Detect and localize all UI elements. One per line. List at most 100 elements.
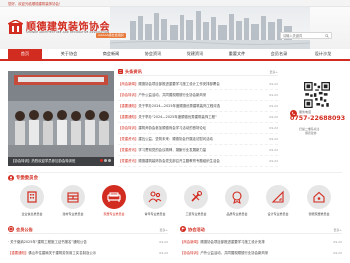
- committee-circle: [307, 185, 331, 209]
- activity-tag: 【协会特训】: [180, 251, 201, 255]
- news-text: 顺德建筑装饰协会党支部召开主题教育专题组织生活会: [138, 159, 220, 163]
- contact-panel: 服务电话 0757-22688093 扫描二维码关注 顺德建协: [286, 68, 345, 168]
- notices-header: 会员公告 更多+: [8, 226, 168, 234]
- committee-item[interactable]: 品质专业委员会: [217, 185, 257, 221]
- search-input[interactable]: [281, 33, 325, 39]
- committee-item[interactable]: 建材专业委员会: [53, 185, 93, 221]
- committee-circle: [225, 185, 249, 209]
- committee-label: 智能家居委员会: [308, 212, 330, 216]
- quality-badge-icon: [232, 191, 242, 204]
- committee-circle: [184, 185, 208, 209]
- activity-text: 户外公益活动，共同展现顺德行业协会新风采: [200, 251, 269, 255]
- activities-header: 协会活动 更多+: [180, 226, 342, 234]
- nav-item-design-salon[interactable]: 设计沙龙: [304, 49, 342, 59]
- committee-item[interactable]: 青年专业委员会: [135, 185, 175, 221]
- nav-item-association-news[interactable]: 协会资讯: [136, 49, 170, 59]
- committee-item[interactable]: 工装专业委员会: [176, 185, 216, 221]
- news-text: 顺德协会项目部推进重要学习施工设计工作安排部署会: [138, 82, 220, 86]
- city-skyline-banner: [110, 7, 310, 49]
- news-more-link[interactable]: 更多+: [269, 70, 278, 74]
- list-item[interactable]: 【协会特训】户外公益活动，共同展现顺德行业协会新风采 09-22: [118, 90, 278, 101]
- activities-more-link[interactable]: 更多+: [333, 228, 342, 232]
- nav-item-documents[interactable]: 重要文件: [220, 49, 254, 59]
- activity-date: 09-22: [333, 240, 342, 244]
- news-tag: 【商会新闻】: [118, 82, 139, 86]
- news-date: 09-22: [269, 159, 278, 163]
- news-tag: 【协会特训】: [118, 126, 139, 130]
- nav-item-chamber-news[interactable]: 商会新闻: [94, 49, 128, 59]
- carousel-dot[interactable]: [100, 159, 103, 162]
- section-divider: [8, 172, 342, 173]
- news-icon: [118, 69, 123, 74]
- list-item[interactable]: 【协会特训】户外公益活动，共同展现顺德行业协会新风采 09-22: [180, 248, 342, 259]
- qr-caption-name: 顺德建协: [305, 131, 317, 135]
- news-carousel[interactable]: 【协会特训】热烈欢迎学员参加协会特训班: [8, 71, 114, 166]
- committee-circle: [143, 185, 167, 209]
- committee-circle: [102, 185, 126, 209]
- association-activities: 协会活动 更多+ 【商会新闻】顺德协会项目部推进重要学习施工设计安排 09-22 …: [180, 226, 342, 263]
- nav-item-about[interactable]: 关于协会: [52, 49, 86, 59]
- tools-icon: [191, 190, 203, 202]
- news-text: 建筑师协会参加顺德商会学习活动的首场论坛: [138, 126, 207, 130]
- headline-news: 头条资讯 更多+ 【商会新闻】顺德协会项目部推进重要学习施工设计工作安排部署会 0…: [118, 68, 278, 168]
- news-title: 头条资讯: [125, 69, 142, 74]
- sofa-icon: [107, 192, 121, 202]
- list-item[interactable]: 【商会新闻】顺德协会项目部推进重要学习施工设计工作安排部署会 09-22: [118, 79, 278, 90]
- news-text: 学习贯彻党的会议精神，凝聚行业发展新力量: [138, 148, 207, 152]
- list-item[interactable]: 【协会特训】建筑师协会参加顺德商会学习活动的首场论坛 09-22: [118, 123, 278, 134]
- search-box: [280, 32, 332, 39]
- committee-item[interactable]: 设计专业委员会: [258, 185, 298, 221]
- list-item[interactable]: 【重要通知】关于举办2024—2025年度顺德优秀建筑装饰工程评选 09-22: [118, 101, 278, 112]
- carousel-dot[interactable]: [108, 159, 111, 162]
- list-item[interactable]: 【商会新闻】顺德协会项目部推进重要学习施工设计安排 09-22: [180, 237, 342, 248]
- news-text: 关于举办2024—2025年度顺德优秀建筑装饰工程评选: [138, 104, 221, 108]
- list-item[interactable]: 【重要通知】佛山市住建局关于建筑劳务用工实名制及公示 09-22: [8, 248, 168, 259]
- search-icon[interactable]: [325, 34, 329, 38]
- qr-code: [304, 82, 330, 108]
- notice-tag: 【重要通知】: [8, 251, 29, 255]
- notice-date: 09-22: [159, 251, 168, 255]
- committee-item[interactable]: 企业信息委员会: [12, 185, 52, 221]
- news-text: 户外公益活动，共同展现顺德行业协会新风采: [138, 93, 207, 97]
- notice-date: 09-22: [159, 240, 168, 244]
- list-item[interactable]: · 关于缴纳2025年“建筑工程施工证书报名”通知公告 09-22: [8, 237, 168, 248]
- news-date: 09-22: [269, 104, 278, 108]
- welcome-text: 您好，欢迎光临顺德建筑装饰协会！: [8, 2, 63, 6]
- news-tag: 【党建资讯】: [118, 137, 139, 141]
- list-item[interactable]: 【党建资讯】顺德建筑装饰协会党支部召开主题教育专题组织生活会 09-22: [118, 156, 278, 167]
- list-item[interactable]: 【党建资讯】建瓦公益，坚筑未来：顺德协会开展走访慰问活动 09-22: [118, 134, 278, 145]
- notices-title: 会员公告: [16, 227, 33, 232]
- activity-tag: 【商会新闻】: [180, 240, 201, 244]
- enterprise-icon: [27, 191, 37, 203]
- logo-icon: [8, 20, 23, 34]
- list-item[interactable]: 【党建资讯】学习贯彻党的会议精神，凝聚行业发展新力量 09-22: [118, 145, 278, 156]
- bricks-icon: [67, 192, 79, 203]
- notices-more-link[interactable]: 更多+: [159, 228, 168, 232]
- notice-icon: [8, 226, 14, 232]
- top-bar: 您好，欢迎光临顺德建筑装饰协会！: [0, 0, 350, 7]
- committee-icon: [8, 175, 14, 181]
- news-date: 09-22: [269, 148, 278, 152]
- committee-circle: [61, 185, 85, 209]
- site-header: 顺德建筑装饰协会 SHUNDE ARCHITECTURE AND DECORAT…: [0, 7, 350, 49]
- news-date: 09-22: [269, 115, 278, 119]
- committee-circle: [20, 185, 44, 209]
- notice-list: · 关于缴纳2025年“建筑工程施工证书报名”通知公告 09-22 【重要通知】佛…: [8, 237, 168, 259]
- phone-label: 服务电话: [299, 110, 312, 114]
- news-list: 【商会新闻】顺德协会项目部推进重要学习施工设计工作安排部署会 09-22 【协会特…: [118, 79, 278, 167]
- news-tag: 【重要通知】: [118, 104, 139, 108]
- nav-item-home[interactable]: 首页: [8, 49, 42, 59]
- smart-home-icon: [313, 191, 325, 203]
- carousel-dot[interactable]: [104, 159, 107, 162]
- people-icon: [148, 191, 162, 203]
- carousel-dots: [99, 158, 111, 163]
- nav-item-party-news[interactable]: 党建资讯: [178, 49, 212, 59]
- activity-text: 顺德协会项目部推进重要学习施工设计安排: [200, 240, 265, 244]
- phone-number[interactable]: 0757-22688093: [290, 115, 345, 122]
- committee-circle: [266, 185, 290, 209]
- committee-item[interactable]: 智能家居委员会: [299, 185, 339, 221]
- activities-title: 协会活动: [188, 227, 205, 232]
- nav-item-members[interactable]: 会员名录: [262, 49, 296, 59]
- list-item[interactable]: 【重要通知】关于举办“2024—2025年度顺德优秀建筑装饰工程” 09-22: [118, 112, 278, 123]
- committee-item[interactable]: 家居专业委员会: [94, 185, 134, 221]
